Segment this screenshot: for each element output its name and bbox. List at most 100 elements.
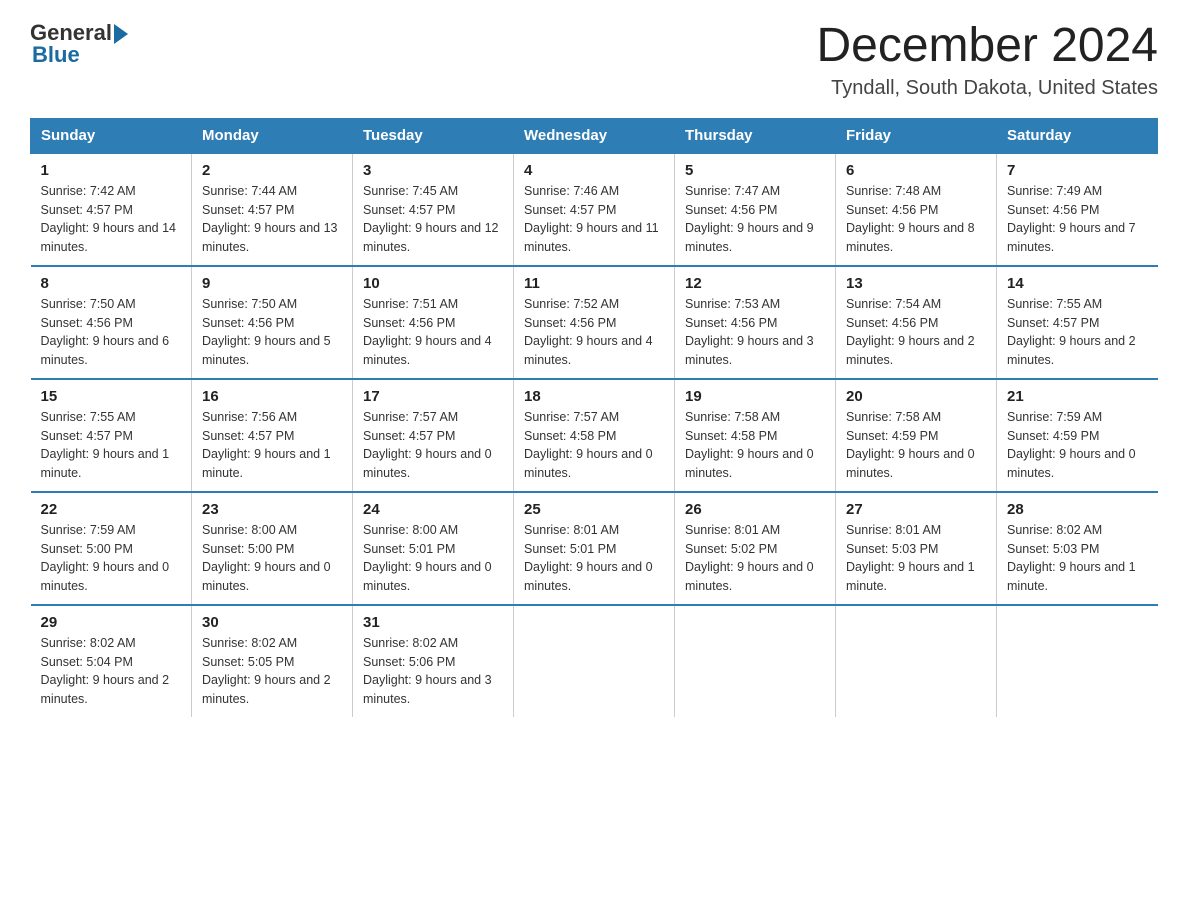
day-info: Sunrise: 7:50 AMSunset: 4:56 PMDaylight:…: [202, 297, 331, 367]
day-info: Sunrise: 7:45 AMSunset: 4:57 PMDaylight:…: [363, 184, 499, 254]
calendar-week-row: 15 Sunrise: 7:55 AMSunset: 4:57 PMDaylig…: [31, 379, 1158, 492]
day-info: Sunrise: 7:57 AMSunset: 4:57 PMDaylight:…: [363, 410, 492, 480]
day-info: Sunrise: 8:02 AMSunset: 5:04 PMDaylight:…: [41, 636, 170, 706]
day-number: 26: [685, 501, 825, 518]
day-number: 19: [685, 388, 825, 405]
day-number: 24: [363, 501, 503, 518]
calendar-header-saturday: Saturday: [997, 118, 1158, 153]
day-number: 8: [41, 275, 182, 292]
day-number: 12: [685, 275, 825, 292]
day-info: Sunrise: 8:02 AMSunset: 5:05 PMDaylight:…: [202, 636, 331, 706]
logo-blue-text: Blue: [32, 42, 128, 68]
day-number: 4: [524, 162, 664, 179]
calendar-cell: 6 Sunrise: 7:48 AMSunset: 4:56 PMDayligh…: [836, 153, 997, 266]
day-info: Sunrise: 7:48 AMSunset: 4:56 PMDaylight:…: [846, 184, 975, 254]
calendar-header-friday: Friday: [836, 118, 997, 153]
calendar-cell: 27 Sunrise: 8:01 AMSunset: 5:03 PMDaylig…: [836, 492, 997, 605]
day-number: 6: [846, 162, 986, 179]
day-number: 20: [846, 388, 986, 405]
day-number: 16: [202, 388, 342, 405]
day-info: Sunrise: 7:42 AMSunset: 4:57 PMDaylight:…: [41, 184, 177, 254]
calendar-cell: [836, 605, 997, 717]
calendar-cell: 8 Sunrise: 7:50 AMSunset: 4:56 PMDayligh…: [31, 266, 192, 379]
calendar-cell: 12 Sunrise: 7:53 AMSunset: 4:56 PMDaylig…: [675, 266, 836, 379]
calendar-cell: 10 Sunrise: 7:51 AMSunset: 4:56 PMDaylig…: [353, 266, 514, 379]
calendar-header-thursday: Thursday: [675, 118, 836, 153]
calendar-cell: [675, 605, 836, 717]
day-number: 25: [524, 501, 664, 518]
day-info: Sunrise: 7:59 AMSunset: 5:00 PMDaylight:…: [41, 523, 170, 593]
day-number: 21: [1007, 388, 1148, 405]
calendar-cell: 2 Sunrise: 7:44 AMSunset: 4:57 PMDayligh…: [192, 153, 353, 266]
logo-triangle-icon: [114, 24, 128, 44]
day-number: 29: [41, 614, 182, 631]
day-number: 1: [41, 162, 182, 179]
day-info: Sunrise: 7:55 AMSunset: 4:57 PMDaylight:…: [1007, 297, 1136, 367]
day-info: Sunrise: 8:01 AMSunset: 5:02 PMDaylight:…: [685, 523, 814, 593]
calendar-week-row: 1 Sunrise: 7:42 AMSunset: 4:57 PMDayligh…: [31, 153, 1158, 266]
day-number: 27: [846, 501, 986, 518]
calendar-week-row: 8 Sunrise: 7:50 AMSunset: 4:56 PMDayligh…: [31, 266, 1158, 379]
logo: General Blue: [30, 20, 128, 68]
calendar-cell: 18 Sunrise: 7:57 AMSunset: 4:58 PMDaylig…: [514, 379, 675, 492]
calendar-header-tuesday: Tuesday: [353, 118, 514, 153]
calendar-cell: 16 Sunrise: 7:56 AMSunset: 4:57 PMDaylig…: [192, 379, 353, 492]
day-number: 9: [202, 275, 342, 292]
calendar-cell: 13 Sunrise: 7:54 AMSunset: 4:56 PMDaylig…: [836, 266, 997, 379]
calendar-header-sunday: Sunday: [31, 118, 192, 153]
day-number: 7: [1007, 162, 1148, 179]
day-info: Sunrise: 7:55 AMSunset: 4:57 PMDaylight:…: [41, 410, 170, 480]
day-number: 22: [41, 501, 182, 518]
day-info: Sunrise: 7:57 AMSunset: 4:58 PMDaylight:…: [524, 410, 653, 480]
day-info: Sunrise: 7:51 AMSunset: 4:56 PMDaylight:…: [363, 297, 492, 367]
day-info: Sunrise: 8:02 AMSunset: 5:06 PMDaylight:…: [363, 636, 492, 706]
calendar-cell: 9 Sunrise: 7:50 AMSunset: 4:56 PMDayligh…: [192, 266, 353, 379]
calendar-cell: 3 Sunrise: 7:45 AMSunset: 4:57 PMDayligh…: [353, 153, 514, 266]
calendar-cell: 29 Sunrise: 8:02 AMSunset: 5:04 PMDaylig…: [31, 605, 192, 717]
day-number: 5: [685, 162, 825, 179]
day-info: Sunrise: 8:00 AMSunset: 5:01 PMDaylight:…: [363, 523, 492, 593]
day-number: 18: [524, 388, 664, 405]
calendar-week-row: 22 Sunrise: 7:59 AMSunset: 5:00 PMDaylig…: [31, 492, 1158, 605]
calendar-cell: 23 Sunrise: 8:00 AMSunset: 5:00 PMDaylig…: [192, 492, 353, 605]
calendar-header-wednesday: Wednesday: [514, 118, 675, 153]
day-number: 14: [1007, 275, 1148, 292]
title-area: December 2024 Tyndall, South Dakota, Uni…: [816, 20, 1158, 100]
calendar-cell: 15 Sunrise: 7:55 AMSunset: 4:57 PMDaylig…: [31, 379, 192, 492]
day-info: Sunrise: 7:44 AMSunset: 4:57 PMDaylight:…: [202, 184, 338, 254]
calendar-cell: 22 Sunrise: 7:59 AMSunset: 5:00 PMDaylig…: [31, 492, 192, 605]
calendar-cell: 11 Sunrise: 7:52 AMSunset: 4:56 PMDaylig…: [514, 266, 675, 379]
day-info: Sunrise: 7:58 AMSunset: 4:58 PMDaylight:…: [685, 410, 814, 480]
day-info: Sunrise: 7:58 AMSunset: 4:59 PMDaylight:…: [846, 410, 975, 480]
day-number: 11: [524, 275, 664, 292]
location-title: Tyndall, South Dakota, United States: [816, 77, 1158, 100]
day-number: 10: [363, 275, 503, 292]
day-info: Sunrise: 7:49 AMSunset: 4:56 PMDaylight:…: [1007, 184, 1136, 254]
day-info: Sunrise: 7:56 AMSunset: 4:57 PMDaylight:…: [202, 410, 331, 480]
day-info: Sunrise: 7:50 AMSunset: 4:56 PMDaylight:…: [41, 297, 170, 367]
day-number: 17: [363, 388, 503, 405]
calendar-cell: 28 Sunrise: 8:02 AMSunset: 5:03 PMDaylig…: [997, 492, 1158, 605]
calendar-cell: 21 Sunrise: 7:59 AMSunset: 4:59 PMDaylig…: [997, 379, 1158, 492]
day-number: 30: [202, 614, 342, 631]
day-info: Sunrise: 7:47 AMSunset: 4:56 PMDaylight:…: [685, 184, 814, 254]
day-info: Sunrise: 8:02 AMSunset: 5:03 PMDaylight:…: [1007, 523, 1136, 593]
calendar-cell: 17 Sunrise: 7:57 AMSunset: 4:57 PMDaylig…: [353, 379, 514, 492]
calendar-cell: 1 Sunrise: 7:42 AMSunset: 4:57 PMDayligh…: [31, 153, 192, 266]
day-number: 2: [202, 162, 342, 179]
calendar-cell: [997, 605, 1158, 717]
day-info: Sunrise: 7:53 AMSunset: 4:56 PMDaylight:…: [685, 297, 814, 367]
page-header: General Blue December 2024 Tyndall, Sout…: [30, 20, 1158, 100]
day-number: 15: [41, 388, 182, 405]
calendar-cell: 14 Sunrise: 7:55 AMSunset: 4:57 PMDaylig…: [997, 266, 1158, 379]
calendar-cell: 26 Sunrise: 8:01 AMSunset: 5:02 PMDaylig…: [675, 492, 836, 605]
day-number: 28: [1007, 501, 1148, 518]
day-info: Sunrise: 8:01 AMSunset: 5:01 PMDaylight:…: [524, 523, 653, 593]
day-info: Sunrise: 7:52 AMSunset: 4:56 PMDaylight:…: [524, 297, 653, 367]
calendar-cell: 5 Sunrise: 7:47 AMSunset: 4:56 PMDayligh…: [675, 153, 836, 266]
calendar-cell: 30 Sunrise: 8:02 AMSunset: 5:05 PMDaylig…: [192, 605, 353, 717]
day-info: Sunrise: 8:00 AMSunset: 5:00 PMDaylight:…: [202, 523, 331, 593]
calendar-header-row: SundayMondayTuesdayWednesdayThursdayFrid…: [31, 118, 1158, 153]
calendar-week-row: 29 Sunrise: 8:02 AMSunset: 5:04 PMDaylig…: [31, 605, 1158, 717]
calendar-cell: 4 Sunrise: 7:46 AMSunset: 4:57 PMDayligh…: [514, 153, 675, 266]
